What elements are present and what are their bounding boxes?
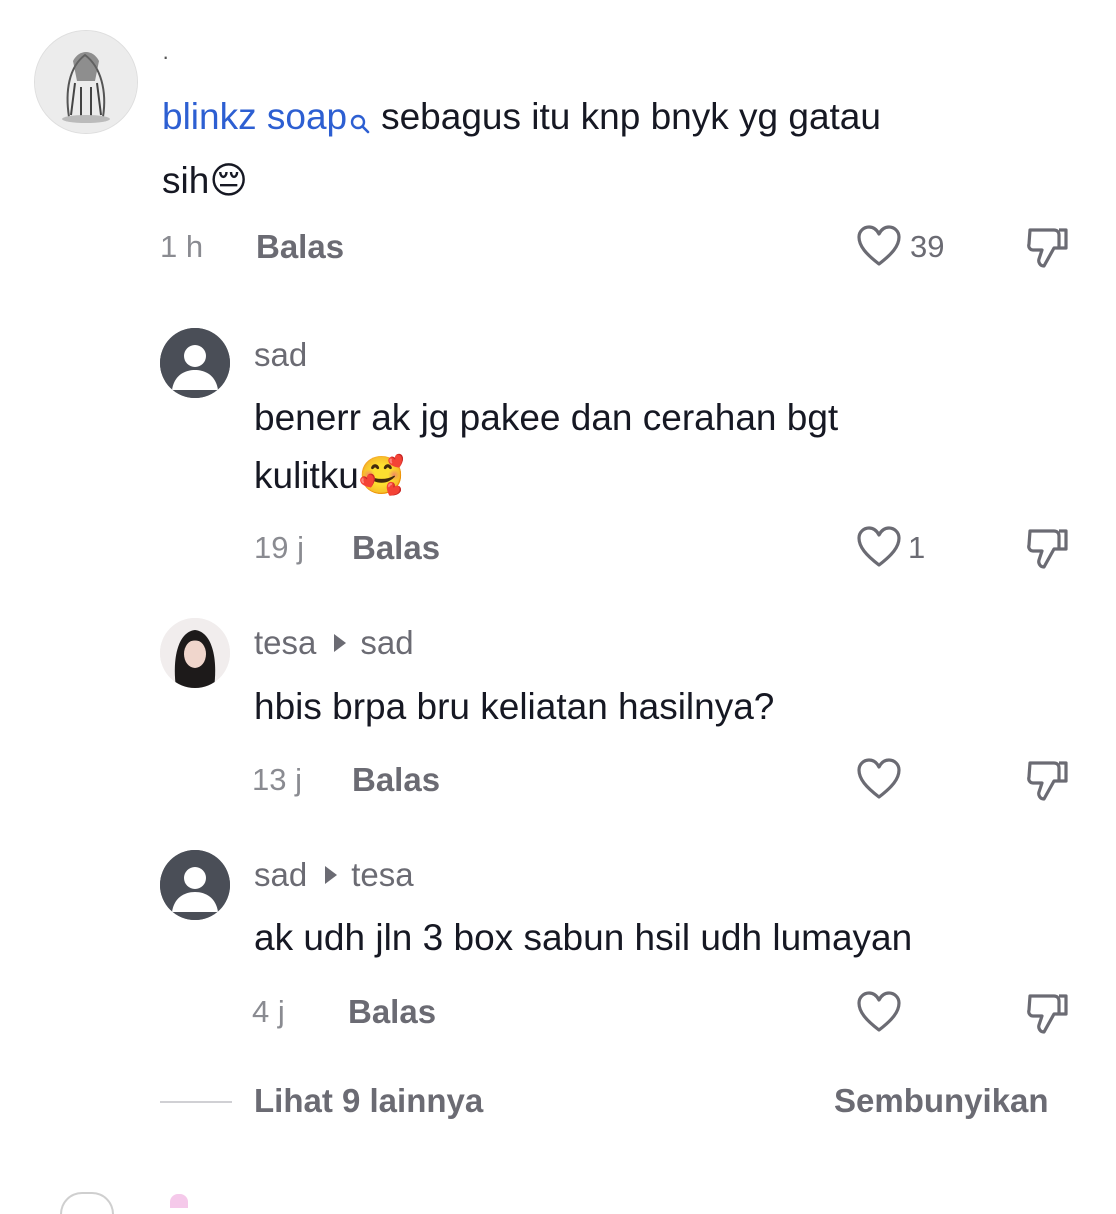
avatar[interactable] <box>34 30 138 134</box>
avatar[interactable] <box>170 1194 188 1208</box>
reply-to-user[interactable]: tesa <box>351 856 413 893</box>
avatar[interactable] <box>160 618 230 688</box>
reply-header: sad tesa <box>254 856 414 894</box>
reply-text-line2: kulitku <box>254 455 359 496</box>
comment-time: 1 h <box>160 229 204 264</box>
reply-header: tesa sad <box>254 624 414 662</box>
triangle-right-icon <box>325 866 338 885</box>
avatar[interactable] <box>60 1192 114 1214</box>
like-count: 1 <box>908 530 926 565</box>
heart-outline-icon[interactable] <box>856 757 902 806</box>
like-count: 39 <box>910 229 945 264</box>
reply-author[interactable]: tesa <box>254 624 316 661</box>
reply-text: benerr ak jg pakee dan cerahan bgt <box>254 397 839 438</box>
view-more-replies-button[interactable]: Lihat 9 lainnya <box>254 1082 483 1120</box>
thumbs-down-icon[interactable] <box>1024 224 1072 275</box>
comment-text: sebagus itu knp bnyk yg gatau <box>381 96 881 137</box>
comment-body: blinkz soap sebagus itu knp bnyk yg gatau… <box>162 88 881 210</box>
reply-text: ak udh jln 3 box sabun hsil udh lumayan <box>254 917 913 958</box>
heart-outline-icon[interactable] <box>856 224 902 273</box>
avatar[interactable] <box>160 850 230 920</box>
heart-outline-icon[interactable] <box>856 990 902 1039</box>
reply-time: 19 j <box>254 530 304 565</box>
reply-text: hbis brpa bru keliatan hasilnya? <box>254 686 775 727</box>
search-icon[interactable] <box>349 94 371 152</box>
badge: · <box>162 44 170 69</box>
smiling-hearts-emoji: 🥰 <box>358 454 405 497</box>
pensive-emoji: 😔 <box>209 159 248 202</box>
comment-text-line2: sih <box>162 160 210 201</box>
author-mention[interactable]: blinkz soap <box>162 96 347 137</box>
reply-button[interactable]: Balas <box>352 761 440 799</box>
reply-to-user[interactable]: sad <box>360 624 413 661</box>
divider <box>160 1101 232 1103</box>
reply-author[interactable]: sad <box>254 856 307 893</box>
thumbs-down-icon[interactable] <box>1024 757 1072 808</box>
thumbs-down-icon[interactable] <box>1024 525 1072 576</box>
heart-outline-icon[interactable] <box>856 525 902 574</box>
reply-button[interactable]: Balas <box>352 529 440 567</box>
thumbs-down-icon[interactable] <box>1024 990 1072 1041</box>
reply-time: 4 j <box>252 994 285 1029</box>
reply-time: 13 j <box>252 762 302 797</box>
reply-body: benerr ak jg pakee dan cerahan bgt kulit… <box>254 389 838 505</box>
hide-replies-button[interactable]: Sembunyikan <box>834 1082 1049 1120</box>
reply-button[interactable]: Balas <box>348 993 436 1031</box>
avatar[interactable] <box>160 328 230 398</box>
reply-button[interactable]: Balas <box>256 228 344 266</box>
triangle-right-icon <box>334 634 347 653</box>
reply-author[interactable]: sad <box>254 336 307 374</box>
